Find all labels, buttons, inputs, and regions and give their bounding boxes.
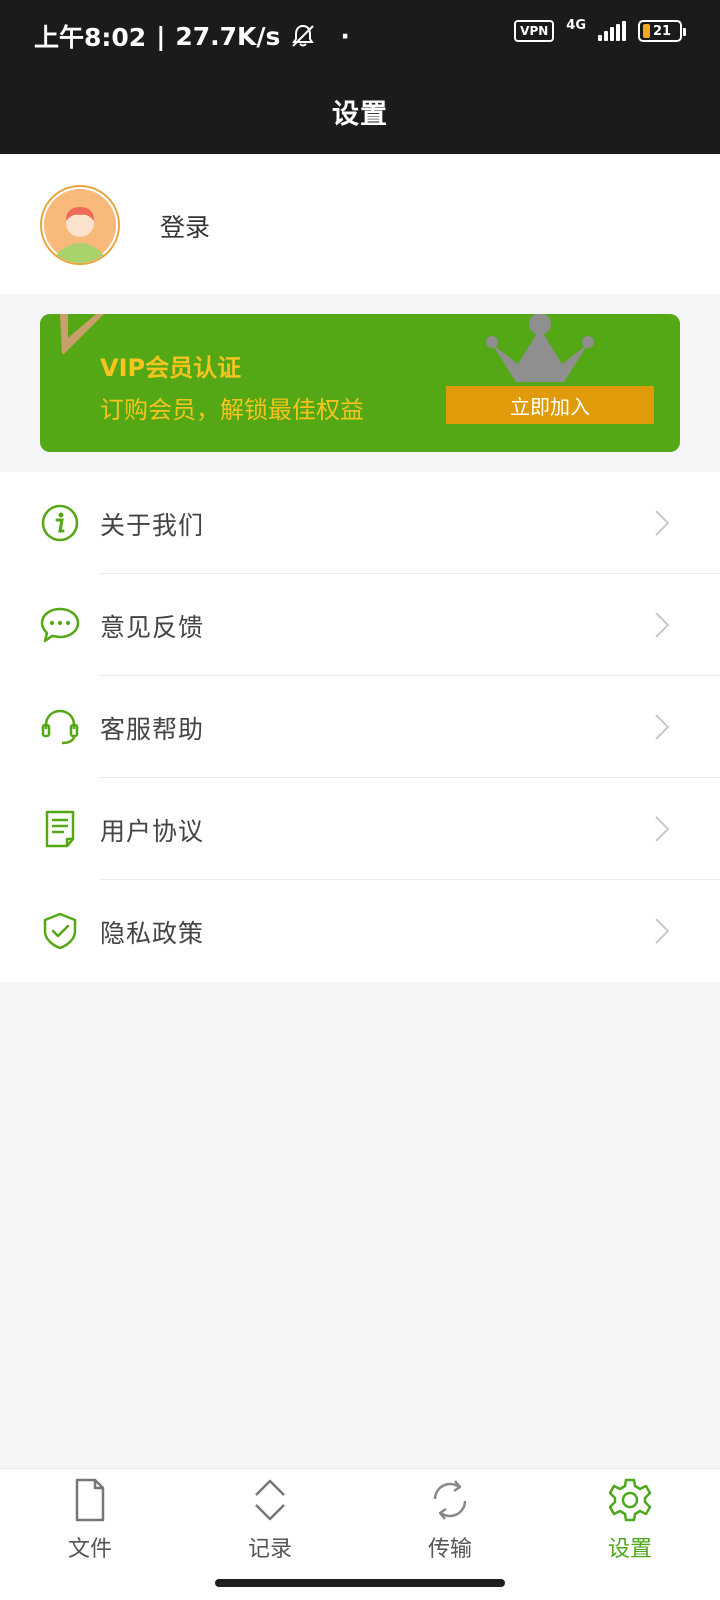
chevron-right-icon xyxy=(655,612,670,638)
settings-menu: 关于我们 意见反馈 客服帮助 用户协议 隐私政策 xyxy=(0,472,720,982)
vip-banner[interactable]: VIP会员认证 订购会员，解锁最佳权益 立即加入 xyxy=(40,314,680,452)
battery-icon: 21 xyxy=(638,20,686,42)
menu-item-user-agreement[interactable]: 用户协议 xyxy=(0,778,720,880)
page-title: 设置 xyxy=(332,98,388,130)
status-dot: · xyxy=(340,21,350,51)
tab-label: 文件 xyxy=(67,1537,112,1562)
menu-item-feedback[interactable]: 意见反馈 xyxy=(0,574,720,676)
home-indicator[interactable] xyxy=(215,1579,505,1587)
menu-item-label: 意见反馈 xyxy=(100,613,205,642)
status-separator: | xyxy=(156,21,166,51)
menu-item-label: 关于我们 xyxy=(100,511,205,540)
title-bar: 设置 xyxy=(0,68,720,154)
vpn-badge: VPN xyxy=(514,20,555,42)
chevron-right-icon xyxy=(655,816,670,842)
chevron-right-icon xyxy=(655,714,670,740)
menu-item-about[interactable]: 关于我们 xyxy=(0,472,720,574)
chevron-right-icon xyxy=(655,918,670,944)
shield-check-icon xyxy=(43,912,77,950)
gear-icon xyxy=(608,1478,652,1522)
tab-settings[interactable]: 设置 xyxy=(570,1477,690,1577)
vip-title: VIP会员认证 xyxy=(100,354,242,382)
network-type: 4G xyxy=(566,17,586,33)
file-icon xyxy=(75,1478,105,1522)
headset-icon xyxy=(41,709,79,745)
status-speed: 27.7K/s xyxy=(175,21,281,51)
chevron-updown-icon xyxy=(255,1479,285,1521)
menu-item-label: 隐私政策 xyxy=(100,919,205,948)
info-icon xyxy=(41,504,79,542)
chevron-right-icon xyxy=(655,510,670,536)
status-bar: 上午8:02 | 27.7K/s · VPN 4G 21 xyxy=(0,0,720,68)
join-vip-button[interactable]: 立即加入 xyxy=(446,386,654,424)
tab-records[interactable]: 记录 xyxy=(210,1477,330,1577)
tab-files[interactable]: 文件 xyxy=(30,1477,150,1577)
signal-icon xyxy=(598,21,626,41)
profile-card[interactable]: 登录 xyxy=(0,154,720,294)
crown-icon xyxy=(486,314,594,382)
status-time: 上午8:02 xyxy=(34,23,147,52)
chat-bubble-icon xyxy=(40,607,80,643)
document-icon xyxy=(45,810,75,848)
vip-v-icon xyxy=(60,314,104,354)
login-link[interactable]: 登录 xyxy=(160,208,210,244)
menu-item-label: 用户协议 xyxy=(100,817,205,846)
battery-level: 21 xyxy=(653,23,672,39)
tab-transfer[interactable]: 传输 xyxy=(390,1477,510,1577)
tab-label: 传输 xyxy=(427,1537,472,1562)
menu-item-support[interactable]: 客服帮助 xyxy=(0,676,720,778)
sync-icon xyxy=(433,1480,467,1520)
bell-muted-icon xyxy=(292,24,315,47)
menu-item-label: 客服帮助 xyxy=(100,715,205,744)
vip-subtitle: 订购会员，解锁最佳权益 xyxy=(100,396,364,424)
menu-item-privacy[interactable]: 隐私政策 xyxy=(0,880,720,982)
tab-label: 记录 xyxy=(247,1537,292,1562)
avatar-icon[interactable] xyxy=(40,185,120,265)
tab-label: 设置 xyxy=(607,1537,652,1562)
